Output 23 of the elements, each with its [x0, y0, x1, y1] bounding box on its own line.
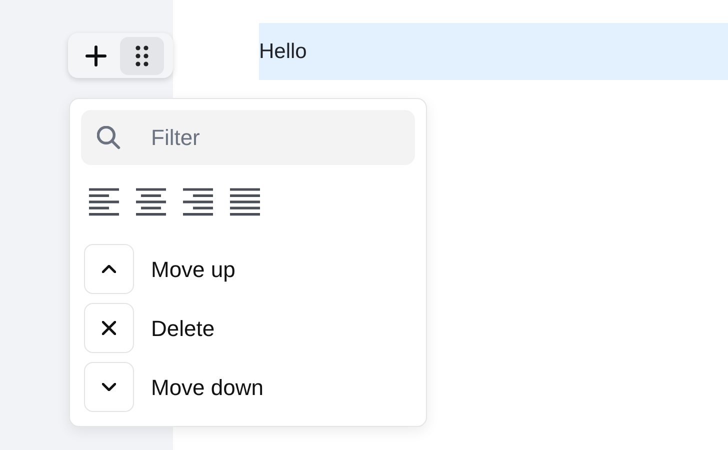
search-icon — [97, 126, 121, 150]
align-left-icon — [89, 188, 119, 216]
align-right-icon — [183, 188, 213, 216]
menu-item-label: Move down — [151, 374, 264, 402]
text-block[interactable]: Hello — [259, 23, 728, 80]
align-left-button[interactable] — [89, 188, 119, 216]
close-icon — [102, 321, 116, 335]
drag-icon — [135, 44, 149, 66]
align-center-icon — [136, 188, 166, 216]
menu-item[interactable]: Move up — [84, 244, 240, 294]
menu-item-label: Move up — [151, 256, 236, 284]
menu-item-label: Delete — [151, 314, 215, 342]
align-justify-button[interactable] — [230, 188, 260, 216]
chevron-up-icon — [102, 265, 116, 273]
align-justify-icon — [230, 188, 260, 216]
align-center-button[interactable] — [136, 188, 166, 216]
menu-item[interactable]: Delete — [84, 303, 219, 353]
align-right-button[interactable] — [183, 188, 213, 216]
filter-field[interactable]: Filter — [81, 110, 415, 165]
menu-item[interactable]: Move down — [84, 362, 268, 412]
drag-handle[interactable] — [120, 36, 164, 74]
plus-icon — [85, 44, 107, 66]
chevron-down-icon — [102, 383, 116, 391]
